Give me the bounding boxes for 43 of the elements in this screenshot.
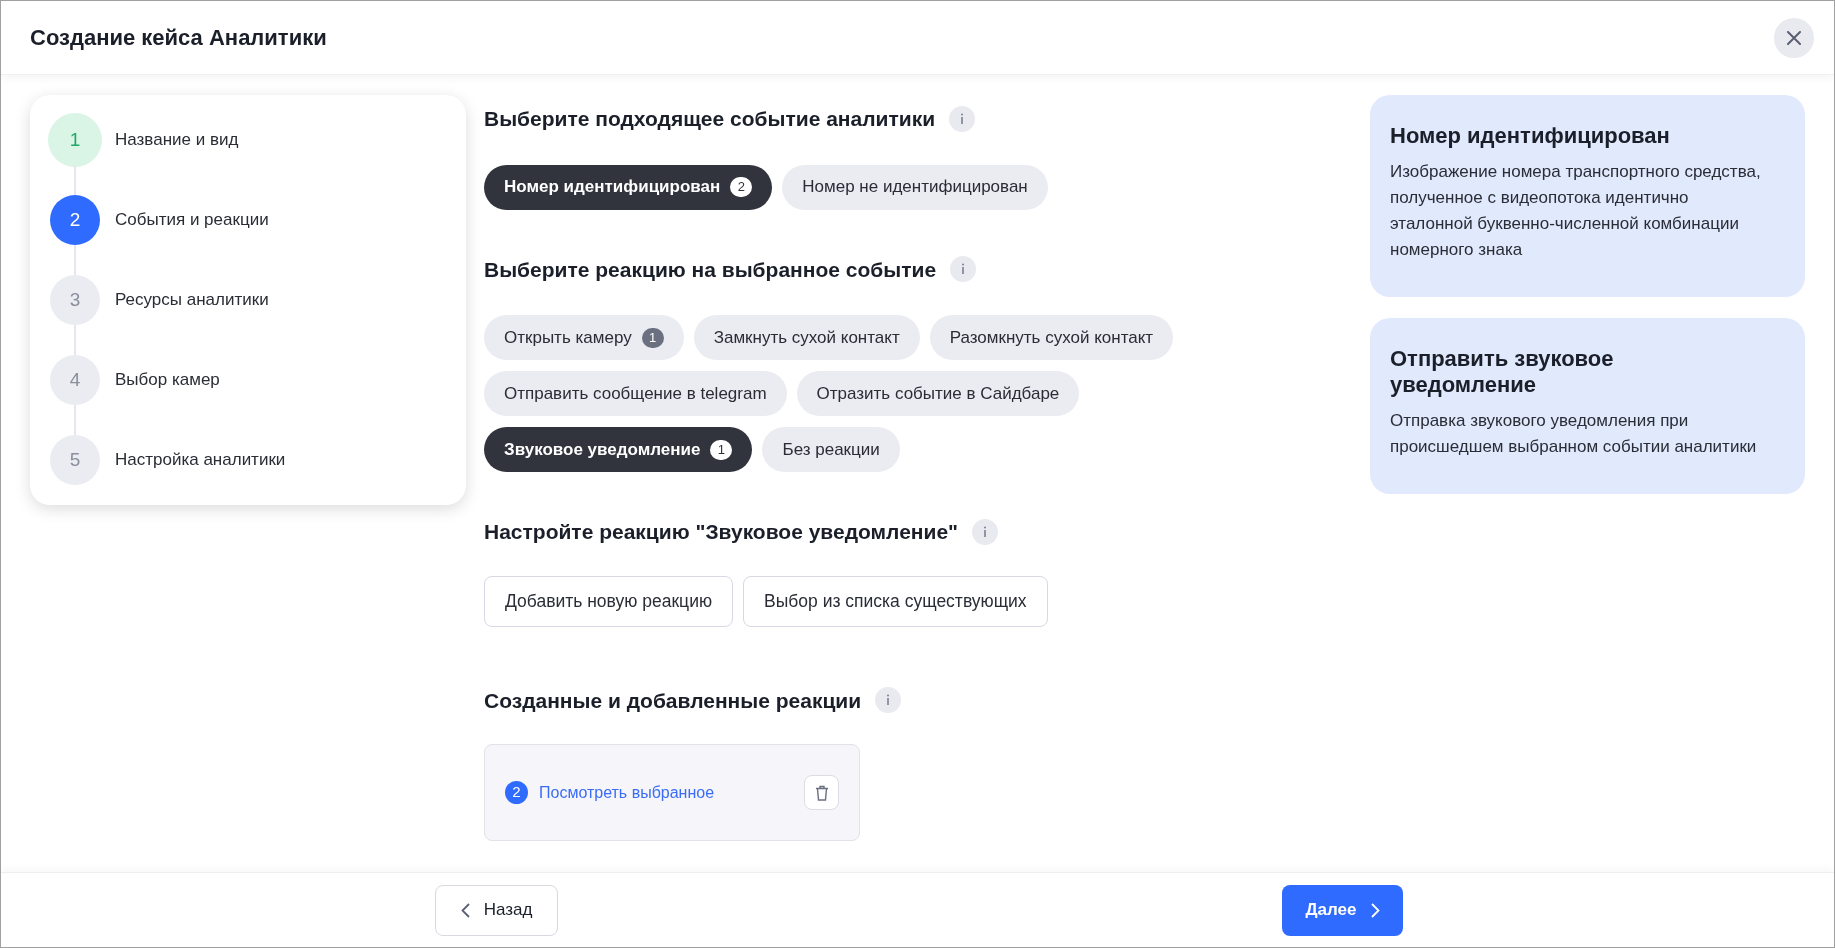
option-chip[interactable]: Номер идентифицирован 2 [484,164,773,210]
section-heading: Созданные и добавленные реакции [484,687,862,714]
step-label[interactable]: Название и вид [115,127,239,153]
info-card-title: Номер идентифицирован [1390,123,1671,149]
option-chip[interactable]: Разомкнуть сухой контакт [929,315,1174,360]
info-icon[interactable] [972,518,999,545]
reaction-button[interactable]: Добавить новую реакцию [484,575,734,627]
step-number[interactable]: 2 [50,195,100,245]
section-heading: Настройте реакцию "Звуковое уведомление" [484,519,959,545]
delete-button[interactable] [804,775,839,810]
count-badge: 2 [505,781,528,804]
step-label[interactable]: События и реакции [115,207,269,233]
option-chip[interactable]: Открыть камеру 1 [484,315,684,360]
chevron-left-icon [460,902,470,918]
info-icon[interactable] [949,105,976,132]
count-badge: 1 [710,439,733,460]
info-icon[interactable] [950,256,977,283]
info-card-text: Отправка звукового уведомления при происшедшем выбранном событии аналитики [1390,410,1758,458]
info-card-text: Изображение номера транспортного средства, полученное с видеопотока идентично эталонной буквенно-численной комбинации номерного знака [1390,161,1762,261]
step-label[interactable]: Ресурсы аналитики [115,287,269,313]
close-icon [1787,30,1801,45]
window-title: Создание кейса Аналитики [30,24,327,52]
count-badge: 2 [730,177,753,197]
reaction-button[interactable]: Выбор из списка существующих [743,575,1048,627]
count-badge: 1 [641,327,664,348]
step-label[interactable]: Настройка аналитики [115,447,286,473]
close-button[interactable] [1774,17,1814,58]
section-heading: Выберите подходящее событие аналитики [484,106,936,132]
option-chip[interactable]: Замкнуть сухой контакт [693,315,920,360]
option-chip[interactable]: Без реакции [762,427,900,472]
option-chip[interactable]: Номер не идентифицирован [782,164,1048,210]
chevron-right-icon [1370,902,1380,918]
view-selected-link[interactable]: Посмотреть выбранное [539,780,715,805]
next-button[interactable]: Далее [1282,884,1403,936]
section-heading: Выберите реакцию на выбранное событие [484,256,937,283]
option-chip[interactable]: Отразить событие в Сайдбаре [796,371,1080,416]
option-chip[interactable]: Звуковое уведомление 1 [484,427,753,472]
option-chip[interactable]: Отправить сообщение в telegram [484,371,787,416]
trash-icon [814,784,829,801]
info-icon[interactable] [875,687,902,714]
back-button[interactable]: Назад [435,884,558,936]
step-label[interactable]: Выбор камер [115,367,220,393]
info-card-title: Отправить звуковое уведомление [1390,346,1615,398]
